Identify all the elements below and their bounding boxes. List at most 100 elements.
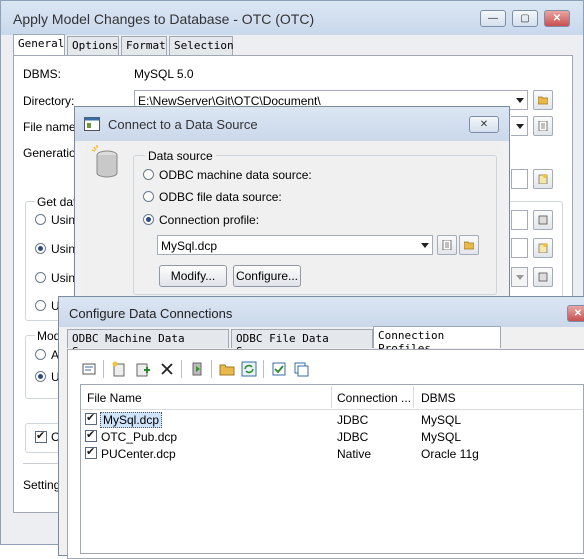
row-connection: JDBC bbox=[337, 430, 369, 444]
tab-options[interactable]: Options bbox=[67, 36, 119, 55]
document-star-icon bbox=[538, 174, 548, 184]
odbc-machine-label: ODBC machine data source: bbox=[159, 168, 312, 182]
properties-icon bbox=[538, 215, 548, 225]
row-checkbox[interactable] bbox=[85, 428, 97, 442]
row-file-name: OTC_Pub.dcp bbox=[101, 430, 178, 444]
row-checkbox[interactable] bbox=[85, 411, 97, 425]
delete-icon[interactable] bbox=[159, 361, 175, 377]
tab-general[interactable]: General bbox=[13, 34, 65, 56]
c-checkbox[interactable] bbox=[35, 429, 47, 443]
dialog-body: Data source ODBC machine data source: OD… bbox=[81, 141, 503, 301]
toolbar-separator bbox=[103, 360, 104, 378]
row-connection: JDBC bbox=[337, 413, 369, 427]
connection-profiles-list: File Name Connection ... DBMS MySql.dcp … bbox=[80, 384, 584, 554]
tab-odbc-machine[interactable]: ODBC Machine Data Sources bbox=[67, 329, 229, 358]
row-file-name: MySql.dcp bbox=[100, 412, 163, 428]
odbc-machine-radio[interactable] bbox=[143, 169, 154, 180]
chevron-down-icon bbox=[421, 243, 429, 248]
dialog-close-button[interactable]: ✕ bbox=[567, 305, 584, 322]
column-header-dbms[interactable]: DBMS bbox=[421, 391, 456, 405]
generation-options-button[interactable] bbox=[533, 169, 553, 189]
dialog-close-button[interactable]: ✕ bbox=[469, 116, 499, 133]
column-header-file-name[interactable]: File Name bbox=[87, 391, 142, 405]
using-button-3[interactable] bbox=[533, 267, 553, 287]
browse-folder-button[interactable] bbox=[533, 90, 553, 110]
document-icon bbox=[538, 121, 548, 131]
odbc-file-radio[interactable] bbox=[143, 191, 154, 202]
folder-icon bbox=[464, 241, 474, 250]
data-source-label: Data source bbox=[145, 149, 216, 163]
chevron-down-icon bbox=[516, 275, 524, 280]
dialog-title-bar: Connect to a Data Source ✕ bbox=[75, 107, 509, 141]
table-row[interactable]: OTC_Pub.dcp JDBC MySQL bbox=[81, 428, 583, 445]
uncheck-all-icon[interactable] bbox=[293, 361, 309, 377]
profile-value: MySql.dcp bbox=[161, 239, 218, 253]
filename-combo[interactable] bbox=[511, 116, 528, 136]
database-icon bbox=[91, 145, 118, 178]
toolbar-separator bbox=[211, 360, 212, 378]
row-dbms: Oracle 11g bbox=[421, 447, 479, 461]
odbc-file-label: ODBC file data source: bbox=[159, 190, 282, 204]
using-field-2[interactable] bbox=[511, 238, 528, 258]
dialog-title: Connect to a Data Source bbox=[108, 117, 258, 132]
connection-profile-label: Connection profile: bbox=[159, 213, 260, 227]
add-icon[interactable] bbox=[111, 361, 127, 377]
document-star-icon bbox=[538, 243, 548, 253]
toolbar bbox=[81, 359, 321, 381]
settings-label: Setting bbox=[23, 478, 61, 492]
row-dbms: MySQL bbox=[421, 413, 462, 427]
title-bar: Apply Model Changes to Database - OTC (O… bbox=[1, 1, 583, 35]
folder-icon[interactable] bbox=[219, 361, 235, 377]
using-radio-1[interactable] bbox=[35, 214, 46, 225]
toolbar-separator bbox=[263, 360, 264, 378]
profile-properties-button[interactable] bbox=[437, 235, 457, 255]
column-header-connection[interactable]: Connection ... bbox=[337, 391, 411, 405]
connect-data-source-dialog: Connect to a Data Source ✕ Data source O… bbox=[74, 106, 510, 306]
dialog-title: Configure Data Connections bbox=[69, 306, 233, 321]
properties-icon bbox=[538, 272, 548, 282]
configure-button[interactable]: Configure... bbox=[233, 265, 301, 287]
row-file-name: PUCenter.dcp bbox=[101, 447, 176, 461]
row-connection: Native bbox=[337, 447, 372, 461]
window-icon bbox=[84, 117, 100, 131]
profile-combo[interactable]: MySql.dcp bbox=[157, 235, 433, 255]
document-icon bbox=[442, 240, 452, 250]
properties-icon[interactable] bbox=[81, 361, 97, 377]
tab-odbc-file[interactable]: ODBC File Data Sources bbox=[231, 329, 373, 358]
check-all-icon[interactable] bbox=[271, 361, 287, 377]
u-radio[interactable] bbox=[35, 371, 46, 382]
row-checkbox[interactable] bbox=[85, 445, 97, 459]
close-button[interactable]: ✕ bbox=[544, 10, 570, 27]
profile-browse-button[interactable] bbox=[459, 235, 479, 255]
table-row[interactable]: PUCenter.dcp Native Oracle 11g bbox=[81, 445, 583, 462]
tab-selection[interactable]: Selection bbox=[169, 36, 234, 55]
column-separator bbox=[413, 386, 414, 408]
using-button-1[interactable] bbox=[533, 210, 553, 230]
using-combo-3[interactable] bbox=[511, 267, 528, 287]
refresh-icon[interactable] bbox=[241, 361, 257, 377]
minimize-button[interactable]: — bbox=[480, 10, 506, 27]
generation-field[interactable] bbox=[511, 169, 528, 189]
chevron-down-icon bbox=[516, 124, 524, 129]
test-connection-icon[interactable] bbox=[189, 361, 205, 377]
dialog-title-bar: Configure Data Connections ✕ bbox=[59, 297, 584, 327]
u-radio-4[interactable] bbox=[35, 300, 46, 311]
modify-button[interactable]: Modify... bbox=[159, 265, 227, 287]
folder-icon bbox=[538, 96, 548, 105]
toolbar-separator bbox=[181, 360, 182, 378]
using-field-1[interactable] bbox=[511, 210, 528, 230]
window-title: Apply Model Changes to Database - OTC (O… bbox=[13, 11, 315, 27]
tab-format[interactable]: Format bbox=[121, 36, 167, 55]
add-from-file-icon[interactable] bbox=[135, 361, 151, 377]
tab-connection-profiles[interactable]: Connection Profiles bbox=[373, 326, 501, 355]
table-row[interactable]: MySql.dcp JDBC MySQL bbox=[81, 411, 583, 428]
using-radio-3[interactable] bbox=[35, 272, 46, 283]
connection-profile-radio[interactable] bbox=[143, 214, 154, 225]
directory-label: Directory: bbox=[23, 94, 75, 108]
column-separator bbox=[331, 386, 332, 408]
a-radio[interactable] bbox=[35, 349, 46, 360]
using-radio-2[interactable] bbox=[35, 243, 46, 254]
maximize-button[interactable]: ▢ bbox=[512, 10, 538, 27]
using-button-2[interactable] bbox=[533, 238, 553, 258]
edit-file-button[interactable] bbox=[533, 116, 553, 136]
